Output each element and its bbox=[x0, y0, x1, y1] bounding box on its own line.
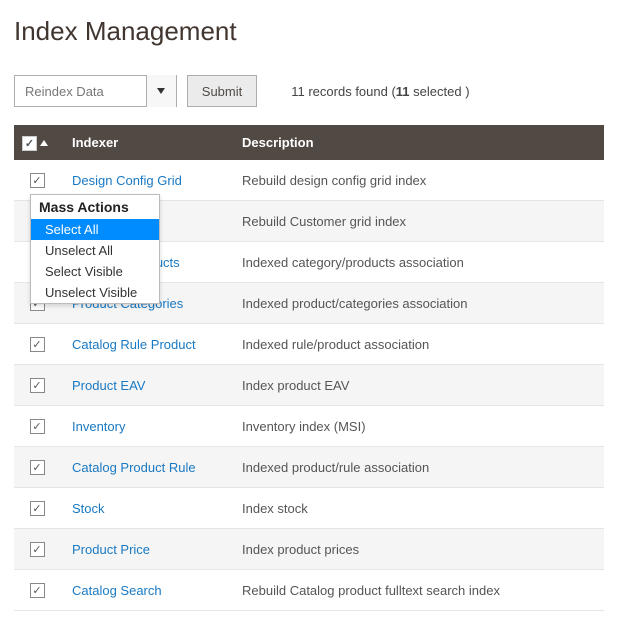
row-checkbox[interactable]: ✓ bbox=[30, 419, 45, 434]
indexer-link[interactable]: Stock bbox=[72, 501, 105, 516]
table-row: ✓ Product Price Index product prices bbox=[14, 529, 604, 570]
toolbar: Reindex Data Submit 11 records found (11… bbox=[14, 75, 604, 107]
indexer-link[interactable]: Inventory bbox=[72, 419, 125, 434]
action-select[interactable]: Reindex Data bbox=[14, 75, 177, 107]
row-description: Rebuild Customer grid index bbox=[230, 201, 604, 242]
table-row: ✓ Catalog Rule Product Indexed rule/produc… bbox=[14, 324, 604, 365]
row-checkbox-cell: ✓ bbox=[14, 365, 60, 406]
row-indexer: Catalog Search bbox=[60, 570, 230, 611]
row-description: Index product EAV bbox=[230, 365, 604, 406]
row-indexer: Product EAV bbox=[60, 365, 230, 406]
select-all-checkbox[interactable]: ✓ bbox=[22, 136, 37, 151]
table-row: ✓ Catalog Product Rule Indexed product/rul… bbox=[14, 447, 604, 488]
row-checkbox[interactable]: ✓ bbox=[30, 542, 45, 557]
indexer-link[interactable]: Catalog Search bbox=[72, 583, 162, 598]
table-row: ✓ Inventory Inventory index (MSI) bbox=[14, 406, 604, 447]
table-row: ✓ Product EAV Index product EAV bbox=[14, 365, 604, 406]
row-description: Inventory index (MSI) bbox=[230, 406, 604, 447]
mass-actions-title: Mass Actions bbox=[31, 195, 159, 219]
row-checkbox-cell: ✓ bbox=[14, 570, 60, 611]
row-description: Indexed category/products association bbox=[230, 242, 604, 283]
row-checkbox[interactable]: ✓ bbox=[30, 378, 45, 393]
row-description: Rebuild Catalog product fulltext search … bbox=[230, 570, 604, 611]
records-prefix: 11 records found ( bbox=[291, 84, 396, 99]
row-checkbox[interactable]: ✓ bbox=[30, 501, 45, 516]
header-description[interactable]: Description bbox=[230, 125, 604, 160]
row-description: Index product prices bbox=[230, 529, 604, 570]
row-checkbox-cell: ✓ bbox=[14, 488, 60, 529]
indexer-link[interactable]: Design Config Grid bbox=[72, 173, 182, 188]
chevron-down-icon bbox=[146, 75, 176, 107]
header-checkbox-cell: ✓ bbox=[14, 125, 60, 160]
row-checkbox[interactable]: ✓ bbox=[30, 173, 45, 188]
row-indexer: Catalog Rule Product bbox=[60, 324, 230, 365]
row-checkbox[interactable]: ✓ bbox=[30, 337, 45, 352]
row-indexer: Catalog Product Rule bbox=[60, 447, 230, 488]
row-description: Index stock bbox=[230, 488, 604, 529]
header-indexer[interactable]: Indexer bbox=[60, 125, 230, 160]
row-checkbox-cell: ✓ bbox=[14, 447, 60, 488]
row-description: Rebuild design config grid index bbox=[230, 160, 604, 201]
records-selected-count: 11 bbox=[396, 84, 410, 99]
row-checkbox-cell: ✓ bbox=[14, 406, 60, 447]
row-description: Indexed rule/product association bbox=[230, 324, 604, 365]
mass-action-item[interactable]: Select Visible bbox=[31, 261, 159, 282]
indexer-link[interactable]: Catalog Rule Product bbox=[72, 337, 196, 352]
row-indexer: Stock bbox=[60, 488, 230, 529]
row-indexer: Inventory bbox=[60, 406, 230, 447]
table-row: ✓ Stock Index stock bbox=[14, 488, 604, 529]
row-description: Indexed product/categories association bbox=[230, 283, 604, 324]
row-description: Indexed product/rule association bbox=[230, 447, 604, 488]
mass-action-item[interactable]: Unselect Visible bbox=[31, 282, 159, 303]
mass-actions-menu: Mass Actions Select AllUnselect AllSelec… bbox=[30, 194, 160, 304]
action-select-label: Reindex Data bbox=[15, 84, 146, 99]
row-checkbox-cell: ✓ bbox=[14, 529, 60, 570]
mass-action-item[interactable]: Select All bbox=[31, 219, 159, 240]
indexer-link[interactable]: Product EAV bbox=[72, 378, 145, 393]
caret-up-icon[interactable] bbox=[40, 140, 48, 146]
mass-action-item[interactable]: Unselect All bbox=[31, 240, 159, 261]
row-checkbox[interactable]: ✓ bbox=[30, 583, 45, 598]
submit-button[interactable]: Submit bbox=[187, 75, 257, 107]
row-checkbox[interactable]: ✓ bbox=[30, 460, 45, 475]
row-checkbox-cell: ✓ bbox=[14, 324, 60, 365]
records-suffix: selected ) bbox=[410, 84, 470, 99]
indexer-link[interactable]: Catalog Product Rule bbox=[72, 460, 196, 475]
page-title: Index Management bbox=[14, 16, 604, 47]
table-row: ✓ Catalog Search Rebuild Catalog product f… bbox=[14, 570, 604, 611]
indexer-link[interactable]: Product Price bbox=[72, 542, 150, 557]
records-found: 11 records found (11 selected ) bbox=[291, 84, 469, 99]
row-indexer: Product Price bbox=[60, 529, 230, 570]
